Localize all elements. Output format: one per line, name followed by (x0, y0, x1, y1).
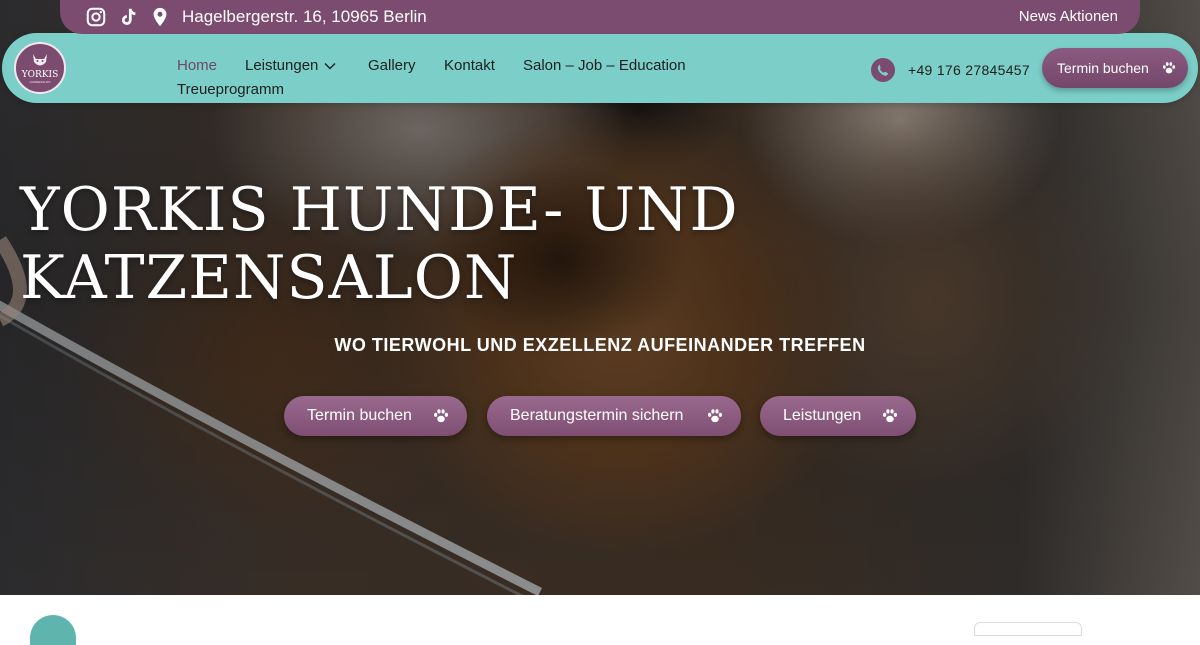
hero-book-appointment-button[interactable]: Termin buchen (284, 396, 467, 436)
button-label: Termin buchen (307, 407, 412, 424)
nav-item-kontakt[interactable]: Kontakt (444, 57, 495, 74)
dog-logo-icon (33, 54, 47, 66)
nav-item-treueprogramm[interactable]: Treueprogramm (177, 81, 284, 98)
paw-icon (708, 409, 722, 423)
hero-consultation-button[interactable]: Beratungstermin sichern (487, 396, 741, 436)
button-label: Termin buchen (1057, 60, 1149, 76)
tiktok-icon[interactable] (117, 6, 139, 28)
logo-subtext: HUNDESALON (29, 80, 51, 84)
nav-item-home[interactable]: Home (177, 57, 217, 74)
paw-icon (1162, 62, 1176, 74)
hero-subtitle: WO TIERWOHL UND EXZELLENZ AUFEINANDER TR… (334, 335, 866, 355)
hero-services-button[interactable]: Leistungen (760, 396, 916, 436)
nav-item-label: Leistungen (245, 57, 319, 74)
address-text: Hagelbergerstr. 16, 10965 Berlin (182, 7, 427, 26)
location-pin-icon (153, 7, 167, 27)
news-link[interactable]: News Aktionen (1019, 8, 1118, 25)
book-appointment-button[interactable]: Termin buchen (1042, 48, 1188, 88)
nav-item-salon-job-education[interactable]: Salon – Job – Education (523, 57, 686, 74)
top-info-bar: Hagelbergerstr. 16, 10965 Berlin News Ak… (60, 0, 1140, 34)
hero-title: YORKIS HUNDE- UND KATZENSALON (20, 175, 739, 313)
salon-logo[interactable]: YORKIS HUNDESALON (14, 42, 66, 94)
phone-number[interactable]: +49 176 27845457 (908, 62, 1030, 78)
nav-item-gallery[interactable]: Gallery (368, 57, 416, 74)
instagram-icon[interactable] (85, 6, 107, 28)
section-logo-partial (30, 615, 76, 645)
paw-icon (434, 409, 448, 423)
section-element-partial (974, 622, 1082, 636)
nav-item-leistungen[interactable]: Leistungen (245, 57, 336, 74)
button-label: Leistungen (783, 407, 862, 424)
button-label: Beratungstermin sichern (510, 407, 684, 424)
paw-icon (883, 409, 897, 423)
chevron-down-icon (324, 63, 336, 70)
whatsapp-icon[interactable] (870, 57, 896, 83)
main-navigation: YORKIS HUNDESALON Home Leistungen Galler… (2, 33, 1198, 103)
logo-text: YORKIS (21, 70, 59, 80)
